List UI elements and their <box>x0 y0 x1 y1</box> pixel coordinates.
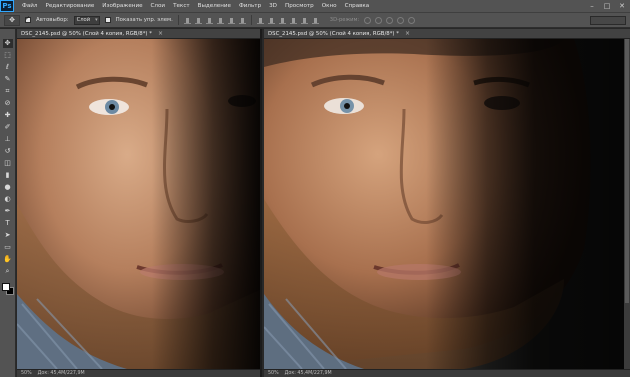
options-bar: ✥ Автовыбор: Слой Показать упр. элем. 3D… <box>0 12 630 28</box>
close-button[interactable]: ✕ <box>618 2 626 10</box>
pen-tool-icon[interactable]: ✒ <box>3 207 13 216</box>
auto-select-target-dropdown[interactable]: Слой <box>73 15 100 25</box>
distribute-bottom-icon[interactable] <box>278 17 286 24</box>
distribute-hcenter-icon[interactable] <box>300 17 308 24</box>
document-window-right: DSC_2145.psd @ 50% (Слой 4 копия, RGB/8*… <box>264 29 630 377</box>
distribute-top-icon[interactable] <box>256 17 264 24</box>
distribute-left-icon[interactable] <box>289 17 297 24</box>
tab-close-icon[interactable]: × <box>158 30 163 37</box>
align-hcenter-icon[interactable] <box>227 17 235 24</box>
move-icon: ✥ <box>9 16 15 24</box>
document-tab[interactable]: DSC_2145.psd @ 50% (Слой 4 копия, RGB/8*… <box>264 29 630 39</box>
blur-tool-icon[interactable]: ● <box>3 183 13 192</box>
type-tool-icon[interactable]: T <box>3 219 13 228</box>
menu-item[interactable]: Текст <box>169 0 194 12</box>
healing-brush-tool-icon[interactable]: ✚ <box>3 111 13 120</box>
menu-item[interactable]: Фильтр <box>235 0 265 12</box>
lasso-tool-icon[interactable]: ℓ <box>3 63 13 72</box>
menu-item[interactable]: Изображение <box>98 0 146 12</box>
menu-item[interactable]: Файл <box>18 0 41 12</box>
separator <box>250 15 252 25</box>
document-tab-title: DSC_2145.psd @ 50% (Слой 4 копия, RGB/8*… <box>268 30 399 37</box>
doc-info: Док: 45,4M/227,9M <box>284 371 332 376</box>
menu-bar: Ps Файл Редактирование Изображение Слои Текс… <box>0 0 630 12</box>
window-controls: – □ ✕ <box>588 2 630 10</box>
foreground-color-swatch[interactable] <box>1 283 10 291</box>
zoom-level[interactable]: 50% <box>21 371 32 376</box>
3d-pan-icon[interactable] <box>386 16 394 24</box>
workspace-dropdown[interactable] <box>590 15 626 25</box>
document-window-left: DSC_2145.psd @ 50% (Слой 4 копия, RGB/8*… <box>17 29 262 377</box>
zoom-tool-icon[interactable]: ⌕ <box>3 267 13 276</box>
brush-tool-icon[interactable]: ✐ <box>3 123 13 132</box>
3d-mode-buttons <box>364 16 416 24</box>
shape-tool-icon[interactable]: ▭ <box>3 243 13 252</box>
3d-slide-icon[interactable] <box>397 16 405 24</box>
quick-select-tool-icon[interactable]: ✎ <box>3 75 13 84</box>
gradient-tool-icon[interactable]: ▮ <box>3 171 13 180</box>
marquee-tool-icon[interactable]: ⬚ <box>3 51 13 60</box>
3d-orbit-icon[interactable] <box>364 16 372 24</box>
menu-items: Файл Редактирование Изображение Слои Текст Вы… <box>18 0 373 12</box>
zoom-level[interactable]: 50% <box>268 371 279 376</box>
hand-tool-icon[interactable]: ✋ <box>3 255 13 264</box>
eraser-tool-icon[interactable]: ◫ <box>3 159 13 168</box>
menu-item[interactable]: Просмотр <box>281 0 318 12</box>
status-bar: 50% Док: 45,4M/227,9M <box>17 369 260 377</box>
menu-item[interactable]: Слои <box>147 0 170 12</box>
document-tab-title: DSC_2145.psd @ 50% (Слой 4 копия, RGB/8*… <box>21 30 152 37</box>
status-bar: 50% Док: 45,4M/227,9M <box>264 369 630 377</box>
show-transform-label: Показать упр. элем. <box>115 17 173 23</box>
align-left-icon[interactable] <box>216 17 224 24</box>
align-vcenter-icon[interactable] <box>194 17 202 24</box>
3d-roll-icon[interactable] <box>375 16 383 24</box>
align-right-icon[interactable] <box>238 17 246 24</box>
menu-item[interactable]: Выделение <box>194 0 235 12</box>
tools-panel: ✥ ⬚ ℓ ✎ ⌗ ⊘ ✚ ✐ ⊥ ↺ ◫ ▮ ● ◐ ✒ T ➤ ▭ ✋ ⌕ <box>0 29 16 377</box>
document-tab[interactable]: DSC_2145.psd @ 50% (Слой 4 копия, RGB/8*… <box>17 29 260 39</box>
distribute-vcenter-icon[interactable] <box>267 17 275 24</box>
portrait-photo-left <box>17 39 260 369</box>
path-select-tool-icon[interactable]: ➤ <box>3 231 13 240</box>
align-bottom-icon[interactable] <box>205 17 213 24</box>
canvas[interactable] <box>17 39 260 369</box>
history-brush-tool-icon[interactable]: ↺ <box>3 147 13 156</box>
auto-select-label: Автовыбор: <box>36 17 69 23</box>
menu-item[interactable]: Окно <box>318 0 341 12</box>
dodge-tool-icon[interactable]: ◐ <box>3 195 13 204</box>
clone-stamp-tool-icon[interactable]: ⊥ <box>3 135 13 144</box>
canvas[interactable] <box>264 39 630 369</box>
align-buttons <box>183 17 246 24</box>
mode-3d-label: 3D-режим: <box>329 17 360 23</box>
menu-item[interactable]: 3D <box>265 0 281 12</box>
menu-item[interactable]: Редактирование <box>41 0 98 12</box>
minimize-button[interactable]: – <box>588 2 596 10</box>
distribute-buttons <box>256 17 319 24</box>
portrait-photo-right <box>264 39 624 369</box>
photoshop-logo: Ps <box>0 0 14 12</box>
align-top-icon[interactable] <box>183 17 191 24</box>
move-tool-icon[interactable]: ✥ <box>2 39 13 48</box>
maximize-button[interactable]: □ <box>603 2 611 10</box>
separator <box>177 15 179 25</box>
tab-close-icon[interactable]: × <box>405 30 410 37</box>
distribute-right-icon[interactable] <box>311 17 319 24</box>
menu-item[interactable]: Справка <box>341 0 374 12</box>
scrollbar-thumb[interactable] <box>625 39 629 303</box>
color-swatches[interactable] <box>1 283 14 295</box>
crop-tool-icon[interactable]: ⌗ <box>3 87 13 96</box>
auto-select-checkbox[interactable] <box>25 15 31 23</box>
tool-preset-picker[interactable]: ✥ <box>4 14 20 26</box>
show-transform-checkbox[interactable] <box>104 17 111 23</box>
vertical-scrollbar[interactable] <box>624 39 630 369</box>
3d-scale-icon[interactable] <box>408 16 416 24</box>
doc-info: Док: 45,4M/227,9M <box>37 371 85 376</box>
eyedropper-tool-icon[interactable]: ⊘ <box>3 99 13 108</box>
